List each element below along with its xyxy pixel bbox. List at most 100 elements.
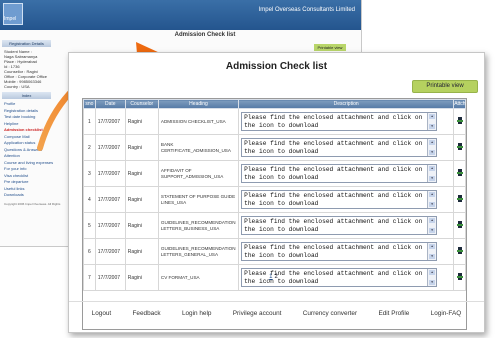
download-icon[interactable] (456, 195, 463, 202)
cell-counselor: Ragini (124, 238, 159, 265)
description-text: Please find the enclosed attachment and … (244, 166, 427, 181)
download-icon[interactable] (456, 117, 463, 124)
cell-description: Please find the enclosed attachment and … (238, 212, 455, 239)
cell-description: Please find the enclosed attachment and … (238, 134, 455, 161)
cell-date: 17/7/2007 (94, 212, 126, 239)
download-icon[interactable] (456, 143, 463, 150)
scroll-up-icon[interactable]: ▲ (429, 114, 436, 119)
column-header-counselor: Counselor (124, 99, 159, 109)
sidebar-link[interactable]: Downloads (2, 192, 51, 199)
description-textarea[interactable]: Please find the enclosed attachment and … (241, 164, 438, 183)
pagination: 12 (82, 274, 465, 280)
description-textarea[interactable]: Please find the enclosed attachment and … (241, 112, 438, 131)
scroll-up-icon[interactable]: ▲ (429, 140, 436, 145)
description-text: Please find the enclosed attachment and … (244, 140, 427, 155)
column-header-heading: Heading (157, 99, 240, 109)
heading-text: ADMISSION CHECKLIST_USA (160, 118, 226, 124)
table-header-row: sno Date Counselor Heading Description A… (83, 99, 466, 109)
heading-text: GUIDELINES_RECOMMENDATION LETTERS_BUSINE… (160, 219, 236, 231)
admission-checklist-window: Admission Check list Printable view sno … (68, 52, 485, 333)
cell-attachment (453, 238, 466, 265)
background-sidebar: Registration Details Student Name : Naga … (2, 40, 60, 236)
footer-link[interactable]: Feedback (133, 310, 161, 317)
scroll-down-icon[interactable]: ▼ (429, 202, 436, 207)
description-text: Please find the enclosed attachment and … (244, 114, 427, 129)
cell-sno: 3 (83, 160, 96, 187)
page-title: Admission Check list (225, 61, 328, 72)
scrollbar[interactable]: ▲ ▼ (427, 139, 437, 156)
cell-description: Please find the enclosed attachment and … (238, 160, 455, 187)
scroll-down-icon[interactable]: ▼ (429, 280, 436, 285)
scrollbar[interactable]: ▲ ▼ (427, 217, 437, 234)
scroll-down-icon[interactable]: ▼ (429, 228, 436, 233)
cell-counselor: Ragini (124, 134, 159, 161)
index-header: Index (2, 92, 51, 99)
cell-date: 17/7/2007 (94, 134, 126, 161)
download-icon[interactable] (456, 169, 463, 176)
scroll-down-icon[interactable]: ▼ (429, 254, 436, 259)
checklist-table: sno Date Counselor Heading Description A… (82, 98, 467, 330)
cell-counselor: Ragini (124, 212, 159, 239)
scrollbar[interactable]: ▲ ▼ (427, 165, 437, 182)
download-icon[interactable] (456, 221, 463, 228)
cell-counselor: Ragini (124, 186, 159, 213)
scroll-up-icon[interactable]: ▲ (429, 166, 436, 171)
scrollbar[interactable]: ▲ ▼ (427, 243, 437, 260)
column-header-date: Date (94, 99, 126, 109)
footer-links: Logout Feedback Login help Privilege accoun… (69, 301, 484, 325)
student-info-line: Country : USA (4, 84, 30, 89)
description-text: Please find the enclosed attachment and … (244, 218, 427, 233)
heading-text: STATEMENT OF PURPOSE GUIDE LINES_USA (160, 193, 236, 205)
footer-link[interactable]: Login-FAQ (431, 310, 462, 317)
cell-date: 17/7/2007 (94, 160, 126, 187)
printable-view-button[interactable]: Printable view (412, 80, 478, 93)
description-textarea[interactable]: Please find the enclosed attachment and … (241, 190, 438, 209)
column-header-sno: sno (83, 99, 96, 109)
description-textarea[interactable]: Please find the enclosed attachment and … (241, 216, 438, 235)
footer-link[interactable]: Logout (92, 310, 112, 317)
column-header-description: Description (238, 99, 455, 109)
sidebar-nav: Profile Registration details Test date boo… (2, 101, 53, 199)
cell-sno: 5 (83, 212, 96, 239)
cell-heading: GUIDELINES_RECOMMENDATION LETTERS_GENERA… (157, 238, 240, 265)
scrollbar[interactable]: ▲ ▼ (427, 113, 437, 130)
scroll-down-icon[interactable]: ▼ (429, 150, 436, 155)
cell-attachment (453, 160, 466, 187)
footer-link[interactable]: Currency converter (303, 310, 357, 317)
footer-link[interactable]: Login help (182, 310, 212, 317)
student-info: Student Name : Naga Sabramanya Place : Hyd… (2, 49, 51, 89)
cell-attachment (453, 212, 466, 239)
table-row: 3 17/7/2007 Ragini AFFIDAVIT OF SUPPORT_ADM… (83, 160, 466, 187)
heading-text: GUIDELINES_RECOMMENDATION LETTERS_GENERA… (160, 245, 236, 257)
page-link[interactable]: 1 (269, 274, 272, 280)
cell-heading: STATEMENT OF PURPOSE GUIDE LINES_USA (157, 186, 240, 213)
table-row: 6 17/7/2007 Ragini GUIDELINES_RECOMMENDATIO… (83, 238, 466, 265)
heading-text: BANK CERTIFICATE_ADMISSION_USA (160, 141, 231, 153)
background-printable-button[interactable]: Printable view (314, 44, 346, 51)
footer-link[interactable]: Edit Profile (378, 310, 409, 317)
scroll-up-icon[interactable]: ▲ (429, 244, 436, 249)
cell-attachment (453, 134, 466, 161)
description-textarea[interactable]: Please find the enclosed attachment and … (241, 242, 438, 261)
cell-sno: 6 (83, 238, 96, 265)
cell-heading: ADMISSION CHECKLIST_USA (157, 108, 240, 135)
cell-sno: 1 (83, 108, 96, 135)
background-header: Impel Impel Overseas Consultants Limited (0, 0, 361, 30)
scroll-down-icon[interactable]: ▼ (429, 176, 436, 181)
scroll-up-icon[interactable]: ▲ (429, 192, 436, 197)
description-text: Please find the enclosed attachment and … (244, 192, 427, 207)
cell-sno: 2 (83, 134, 96, 161)
scroll-down-icon[interactable]: ▼ (429, 124, 436, 129)
scroll-up-icon[interactable]: ▲ (429, 218, 436, 223)
cell-heading: AFFIDAVIT OF SUPPORT_ADMISSION_USA (157, 160, 240, 187)
page-link[interactable]: 2 (275, 274, 278, 280)
description-textarea[interactable]: Please find the enclosed attachment and … (241, 138, 438, 157)
cell-description: Please find the enclosed attachment and … (238, 108, 455, 135)
scrollbar[interactable]: ▲ ▼ (427, 191, 437, 208)
cell-sno: 4 (83, 186, 96, 213)
download-icon[interactable] (456, 247, 463, 254)
cell-date: 17/7/2007 (94, 238, 126, 265)
table-row: 1 17/7/2007 Ragini ADMISSION CHECKLIST_USA P… (83, 108, 466, 135)
description-text: Please find the enclosed attachment and … (244, 244, 427, 259)
footer-link[interactable]: Privilege account (233, 310, 282, 317)
